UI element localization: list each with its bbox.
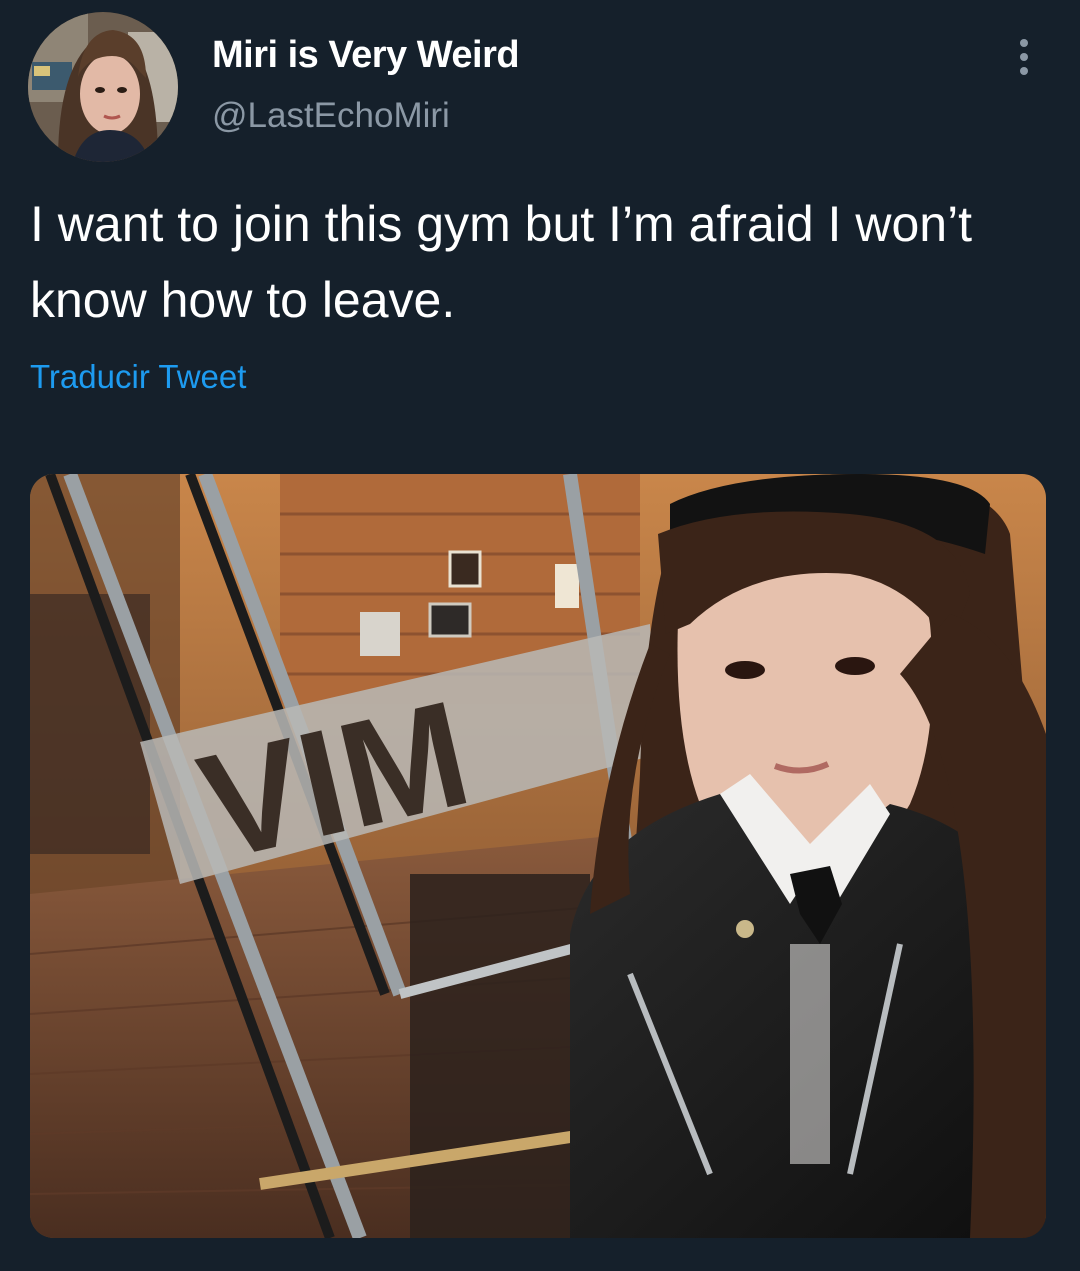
author-avatar[interactable]: [28, 12, 178, 162]
more-options-icon: [1020, 39, 1028, 47]
author-handle[interactable]: @LastEchoMiri: [212, 96, 450, 136]
more-options-button[interactable]: [1004, 30, 1044, 84]
avatar-image: [28, 12, 178, 162]
tweet-text: I want to join this gym but I’m afraid I…: [30, 196, 973, 328]
more-options-icon-dot: [1020, 67, 1028, 75]
translate-tweet-link[interactable]: Traducir Tweet: [30, 358, 246, 396]
author-display-name[interactable]: Miri is Very Weird: [212, 34, 520, 77]
tweet-photo[interactable]: VIM: [30, 474, 1046, 1238]
photo-scene: VIM: [30, 474, 1046, 1238]
more-options-icon-dot: [1020, 53, 1028, 61]
